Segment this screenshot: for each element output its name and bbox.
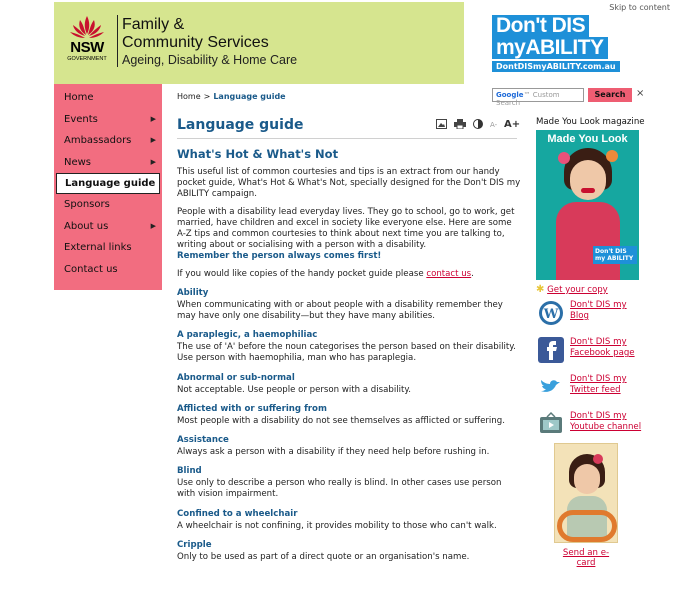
get-copy-link[interactable]: Get your copy [547, 285, 608, 295]
term-entry: Ability When communicating with or about … [177, 288, 522, 322]
font-increase-button[interactable]: A+ [504, 119, 520, 131]
term-title: A paraplegic, a haemophiliac [177, 330, 318, 341]
brand-line-1: Family & [122, 16, 185, 33]
left-navigation: Home Events ▶ Ambassadors ▶ News ▶ Language… [54, 84, 162, 290]
breadcrumb-separator: > [203, 92, 211, 101]
nav-item-news[interactable]: News ▶ [54, 152, 162, 174]
article: What's Hot & What's Not This useful list… [177, 147, 522, 563]
search-input[interactable]: Google™ Custom Search [492, 88, 584, 107]
page-title: Language guide [177, 117, 304, 133]
term-entry: A paraplegic, a haemophiliac The use of '… [177, 330, 522, 364]
close-icon[interactable]: × [636, 88, 644, 99]
term-entry: Blind Use only to describe a person who r… [177, 466, 522, 500]
wordpress-icon[interactable]: W [538, 300, 564, 326]
ecard-image[interactable] [554, 443, 618, 543]
social-facebook: Don't DIS my Facebook page [536, 335, 646, 369]
logo-divider [117, 15, 118, 67]
term-title: Assistance [177, 435, 229, 446]
skip-to-content-link[interactable]: Skip to content [609, 3, 670, 12]
campaign-logo-line-2: myABILITY [492, 37, 608, 59]
nav-item-home[interactable]: Home [54, 87, 162, 109]
blog-link[interactable]: Don't DIS my Blog [570, 300, 646, 322]
printer-icon[interactable] [454, 119, 466, 133]
nav-item-language-guide[interactable]: Language guide [56, 173, 160, 194]
remember-note: Remember the person always comes first! [177, 251, 382, 262]
nav-item-external-links[interactable]: External links [54, 237, 162, 259]
contrast-icon[interactable] [473, 119, 483, 133]
social-blog: W Don't DIS my Blog [536, 298, 646, 332]
social-youtube: Don't DIS my Youtube channel [536, 409, 646, 443]
magazine-heading: Made You Look magazine [536, 117, 645, 127]
term-entry: Afflicted with or suffering from Most peo… [177, 404, 522, 427]
facebook-icon[interactable] [538, 337, 564, 363]
term-entry: Cripple Only to be used as part of a dire… [177, 540, 522, 563]
campaign-logo-line-1: Don't DIS [492, 15, 590, 37]
nav-item-about-us[interactable]: About us ▶ [54, 216, 162, 238]
send-ecard-link[interactable]: Send an e-card [554, 548, 618, 568]
term-title: Confined to a wheelchair [177, 508, 298, 519]
intro-paragraph: This useful list of common courtesies an… [177, 167, 521, 200]
nsw-logo-text: NSW [70, 39, 104, 56]
term-definition: A wheelchair is not confining, it provid… [177, 520, 497, 531]
font-decrease-button[interactable]: A- [490, 119, 497, 131]
site-header: NSW GOVERNMENT Family & Community Servic… [54, 2, 464, 84]
nav-item-contact-us[interactable]: Contact us [54, 259, 162, 281]
svg-text:W: W [543, 307, 559, 322]
chevron-right-icon: ▶ [150, 114, 156, 123]
term-entry: Abnormal or sub-normal Not acceptable. Us… [177, 373, 522, 396]
twitter-link[interactable]: Don't DIS my Twitter feed [570, 374, 646, 396]
magazine-cover-image[interactable]: Made You Look Don't DIS my ABILITY [536, 130, 639, 280]
brand-line-2: Community Services [122, 34, 269, 51]
contact-us-link[interactable]: contact us [426, 269, 471, 279]
search-button[interactable]: Search [588, 88, 632, 102]
term-title: Afflicted with or suffering from [177, 403, 327, 414]
brand-line-3: Ageing, Disability & Home Care [122, 53, 298, 67]
chevron-right-icon: ▶ [150, 221, 156, 230]
nav-item-sponsors[interactable]: Sponsors [54, 194, 162, 216]
image-icon[interactable] [436, 119, 447, 133]
term-definition: Always ask a person with a disability if… [177, 447, 490, 458]
breadcrumb-current: Language guide [213, 92, 286, 101]
twitter-icon[interactable] [538, 374, 564, 400]
term-title: Cripple [177, 539, 212, 550]
term-definition: Only to be used as part of a direct quot… [177, 551, 470, 562]
google-brand-text: Google [496, 91, 524, 99]
magazine-cover-badge: Don't DIS my ABILITY [593, 246, 637, 264]
chevron-right-icon: ▶ [150, 136, 156, 144]
facebook-link[interactable]: Don't DIS my Facebook page [570, 337, 646, 359]
term-title: Blind [177, 466, 202, 477]
article-heading: What's Hot & What's Not [177, 147, 339, 161]
term-definition: Most people with a disability do not see… [177, 415, 505, 426]
chevron-right-icon: ▶ [150, 157, 156, 166]
nav-item-events[interactable]: Events ▶ [54, 109, 162, 131]
title-divider [177, 138, 517, 139]
term-title: Ability [177, 287, 209, 298]
campaign-url: DontDISmyABILITY.com.au [492, 61, 620, 72]
term-entry: Assistance Always ask a person with a dis… [177, 435, 522, 458]
term-title: Abnormal or sub-normal [177, 372, 295, 383]
term-definition: When communicating with or about people … [177, 299, 503, 322]
magazine-cover-title: Made You Look [547, 133, 628, 145]
magazine-cover-figure [556, 202, 620, 280]
breadcrumb-home-link[interactable]: Home [177, 92, 201, 101]
term-entry: Confined to a wheelchair A wheelchair is … [177, 509, 522, 532]
government-logo-text: GOVERNMENT [67, 56, 107, 62]
nav-item-ambassadors[interactable]: Ambassadors ▶ [54, 130, 162, 152]
star-icon: ✱ [536, 284, 545, 295]
youtube-link[interactable]: Don't DIS my Youtube channel [570, 411, 646, 433]
campaign-logo[interactable]: Don't DIS myABILITY DontDISmyABILITY.com… [492, 15, 624, 72]
term-definition: The use of 'A' before the noun categoris… [177, 342, 516, 364]
youtube-icon[interactable] [538, 411, 564, 437]
copies-paragraph: If you would like copies of the handy po… [177, 268, 474, 279]
breadcrumb: Home > Language guide [177, 92, 286, 101]
term-definition: Not acceptable. Use people or person wit… [177, 384, 411, 395]
term-definition: Use only to describe a person who really… [177, 478, 502, 500]
get-copy: ✱ Get your copy [536, 284, 646, 295]
right-sidebar: Made You Look magazine Made You Look Don… [536, 117, 646, 443]
body-paragraph: People with a disability lead everyday l… [177, 206, 515, 251]
page-tools: A- A+ [436, 119, 520, 133]
social-twitter: Don't DIS my Twitter feed [536, 372, 646, 406]
